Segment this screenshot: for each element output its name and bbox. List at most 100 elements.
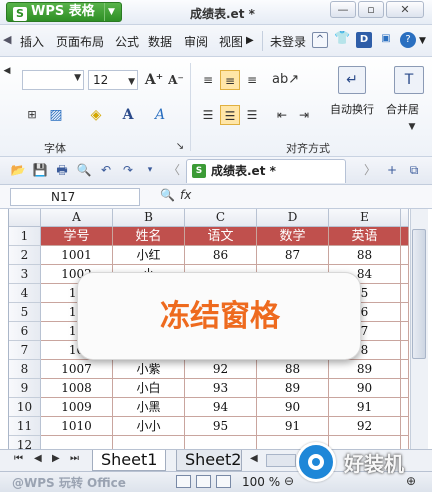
sheet-tab-2[interactable]: Sheet2 [176,450,242,471]
column-header-b[interactable]: B [113,209,185,227]
open-folder-icon[interactable]: 📂 [10,162,26,178]
font-name-select[interactable]: ▼ [22,70,84,90]
table-cell[interactable]: 94 [185,398,257,417]
table-cell[interactable]: 86 [185,246,257,265]
table-cell[interactable]: 89 [257,379,329,398]
first-sheet-icon[interactable]: ⏮ [14,453,23,464]
row-header[interactable]: 7 [9,341,41,360]
row-header[interactable]: 5 [9,303,41,322]
tab-review[interactable]: 审阅 [184,33,208,50]
font-color-icon[interactable]: A [118,105,138,125]
align-right-icon[interactable]: ☰ [242,105,262,125]
merge-center-button[interactable]: 合并居 [386,101,419,117]
help-icon[interactable]: ? [400,32,416,48]
tab-data[interactable]: 数据 [148,33,172,50]
chevron-down-icon[interactable]: ▼ [402,117,422,137]
new-tab-plus-icon[interactable]: + [384,162,400,178]
table-cell[interactable] [401,360,409,379]
zoom-out-icon[interactable]: ⊖ [284,474,294,488]
customize-chevron-down-icon[interactable]: ▾ [142,162,158,178]
document-tab[interactable]: S 成绩表.et * [186,159,346,183]
table-cell[interactable]: 小小 [113,417,185,436]
skin-shirt-icon[interactable]: 👕 [334,32,350,48]
tab-list-icon[interactable]: ⧉ [406,162,422,178]
page-break-view-icon[interactable] [196,475,211,488]
fill-color-icon[interactable]: ◈ [86,105,106,125]
table-cell[interactable]: 1001 [41,246,113,265]
increase-indent-icon[interactable]: ⇥ [294,105,314,125]
minimize-button[interactable]: — [330,1,356,18]
align-middle-icon[interactable]: ≡ [220,70,240,90]
table-cell[interactable] [401,341,409,360]
close-button[interactable]: ✕ [386,1,424,18]
print-preview-icon[interactable]: 🔍 [76,162,92,178]
table-cell[interactable] [401,284,409,303]
feedback-icon[interactable]: ▣ [378,32,394,48]
header-cell[interactable]: 学号 [41,227,113,246]
tab-view[interactable]: 视图 [219,33,243,50]
row-header[interactable]: 8 [9,360,41,379]
sheet-tab-1[interactable]: Sheet1 [92,450,167,471]
table-cell[interactable]: 小黑 [113,398,185,417]
table-cell[interactable]: 1010 [41,417,113,436]
fill-style-icon[interactable]: ▨ [46,105,66,125]
table-cell[interactable]: 小紫 [113,360,185,379]
tab-scroll-right-icon[interactable]: 〉 [362,162,378,178]
table-cell[interactable]: 87 [257,246,329,265]
row-header[interactable]: 9 [9,379,41,398]
maximize-button[interactable]: ▫ [358,1,384,18]
hscroll-left-icon[interactable]: ◀ [250,453,258,464]
merge-cells-icon[interactable]: T [394,66,424,94]
grow-font-icon[interactable]: A⁺ [144,70,164,90]
header-cell[interactable]: 语文 [185,227,257,246]
row-header[interactable]: 4 [9,284,41,303]
docer-d-icon[interactable]: D [356,32,372,48]
table-cell[interactable]: 小白 [113,379,185,398]
border-icon[interactable]: ⊞ [22,105,42,125]
column-header-d[interactable]: D [257,209,329,227]
row-header[interactable]: 3 [9,265,41,284]
align-bottom-icon[interactable]: ≡ [242,70,262,90]
scroll-right-icon[interactable]: ▶ [246,35,254,46]
zoom-search-icon[interactable]: 🔍 [160,188,175,202]
wrap-text-button[interactable]: 自动换行 [330,101,374,117]
table-cell[interactable]: 90 [329,379,401,398]
collapse-ribbon-icon[interactable]: ^ [312,32,328,48]
table-cell[interactable] [401,322,409,341]
table-cell[interactable] [401,246,409,265]
table-cell[interactable] [401,265,409,284]
table-cell[interactable]: 92 [185,360,257,379]
save-icon[interactable]: 💾 [32,162,48,178]
zoom-in-icon[interactable]: ⊕ [406,474,416,488]
table-cell[interactable]: 89 [329,360,401,379]
table-cell[interactable] [401,379,409,398]
normal-view-icon[interactable] [176,475,191,488]
table-cell[interactable] [401,227,409,246]
scroll-left-icon[interactable]: ◀ [3,33,11,46]
help-chevron-down-icon[interactable]: ▼ [419,36,426,46]
table-cell[interactable]: 90 [257,398,329,417]
decrease-indent-icon[interactable]: ⇤ [272,105,292,125]
column-header-f[interactable] [401,209,409,227]
last-sheet-icon[interactable]: ⏭ [70,453,79,464]
table-cell[interactable]: 95 [185,417,257,436]
row-header[interactable]: 11 [9,417,41,436]
row-header[interactable]: 10 [9,398,41,417]
table-cell[interactable]: 1009 [41,398,113,417]
tab-formula[interactable]: 公式 [115,33,139,50]
table-cell[interactable]: 92 [329,417,401,436]
table-cell[interactable] [401,303,409,322]
header-cell[interactable]: 英语 [329,227,401,246]
insert-function-icon[interactable]: fx [180,188,191,202]
table-cell[interactable]: 88 [257,360,329,379]
undo-icon[interactable]: ↶ [98,162,114,178]
header-cell[interactable]: 姓名 [113,227,185,246]
shrink-font-icon[interactable]: A⁻ [166,70,186,90]
tab-scroll-left-icon[interactable]: 〈 [166,162,182,178]
row-header[interactable]: 6 [9,322,41,341]
next-sheet-icon[interactable]: ▶ [52,453,60,464]
table-cell[interactable]: 1008 [41,379,113,398]
prev-sheet-icon[interactable]: ◀ [34,453,42,464]
login-link[interactable]: 未登录 [270,33,306,50]
print-icon[interactable]: 🖶 [54,162,70,178]
